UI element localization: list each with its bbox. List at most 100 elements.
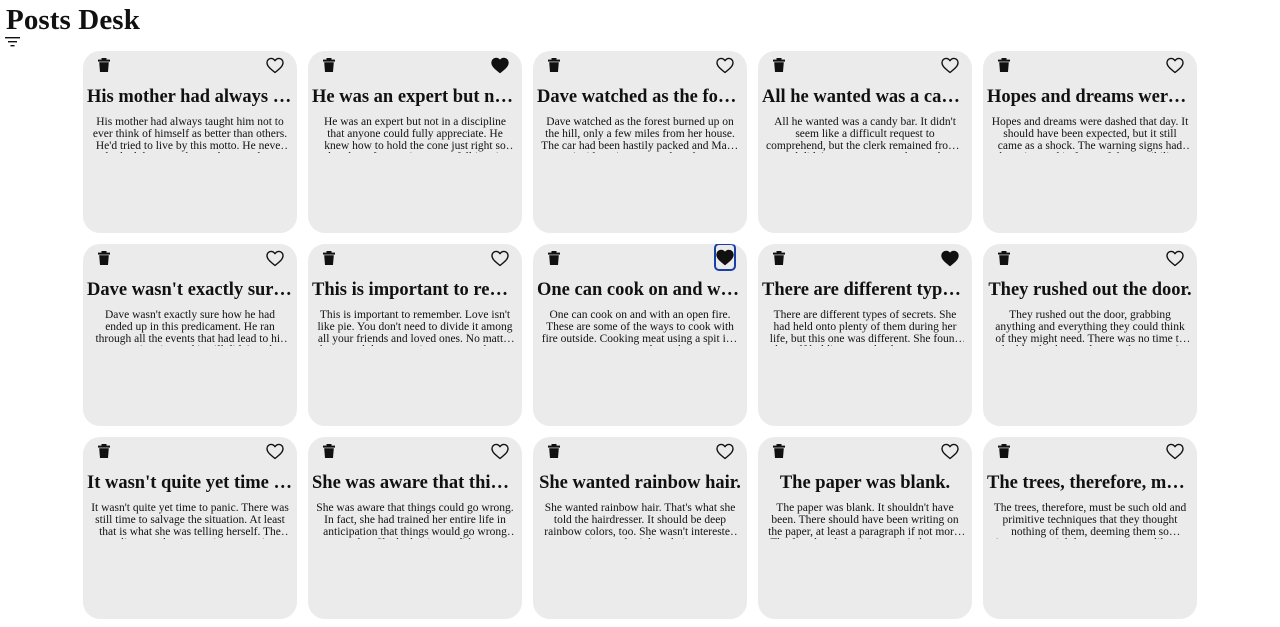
post-card: She wanted rainbow hair. She wanted rainb… bbox=[533, 437, 747, 619]
filter-button[interactable] bbox=[5, 35, 21, 49]
post-title: There are different types of secrets. bbox=[762, 280, 968, 300]
heart-outline-icon bbox=[491, 250, 509, 266]
post-title: One can cook on and with an open fire. bbox=[537, 280, 743, 300]
heart-outline-icon bbox=[1166, 443, 1184, 459]
delete-button[interactable] bbox=[993, 54, 1015, 76]
post-title: Hopes and dreams were dashed that day. bbox=[987, 87, 1193, 107]
post-title: It wasn't quite yet time to panic. bbox=[87, 473, 293, 493]
trash-icon bbox=[98, 58, 110, 72]
heart-outline-icon bbox=[266, 250, 284, 266]
post-title: The paper was blank. bbox=[779, 473, 951, 493]
post-body: One can cook on and with an open fire. T… bbox=[541, 310, 739, 346]
post-body: He was an expert but not in a discipline… bbox=[323, 117, 507, 153]
like-button[interactable] bbox=[714, 440, 736, 462]
post-title: They rushed out the door. bbox=[988, 280, 1192, 300]
post-body: The paper was blank. It shouldn't have b… bbox=[768, 503, 962, 539]
delete-button[interactable] bbox=[318, 54, 340, 76]
heart-filled-icon bbox=[491, 57, 509, 73]
like-button[interactable] bbox=[264, 440, 286, 462]
like-button[interactable] bbox=[714, 54, 736, 76]
delete-button[interactable] bbox=[93, 440, 115, 462]
post-title: He was an expert but not in a discipline bbox=[312, 87, 518, 107]
post-title: His mother had always taught him bbox=[87, 87, 293, 107]
like-button[interactable] bbox=[1164, 54, 1186, 76]
post-body: She wanted rainbow hair. That's what she… bbox=[544, 503, 736, 539]
post-body: This is important to remember. Love isn'… bbox=[317, 310, 513, 346]
post-body: They rushed out the door, grabbing anyth… bbox=[995, 310, 1185, 346]
heart-filled-icon bbox=[716, 249, 734, 265]
posts-grid: His mother had always taught him His moth… bbox=[83, 51, 1197, 619]
post-title: The trees, therefore, must be such old bbox=[987, 473, 1193, 493]
post-card: They rushed out the door. They rushed out… bbox=[983, 244, 1197, 426]
heart-outline-icon bbox=[716, 57, 734, 73]
post-card: The trees, therefore, must be such old Th… bbox=[983, 437, 1197, 619]
delete-button[interactable] bbox=[993, 440, 1015, 462]
post-card: All he wanted was a candy bar. All he wan… bbox=[758, 51, 972, 233]
post-card: His mother had always taught him His moth… bbox=[83, 51, 297, 233]
post-card: It wasn't quite yet time to panic. It was… bbox=[83, 437, 297, 619]
heart-outline-icon bbox=[491, 443, 509, 459]
page-title: Posts Desk bbox=[6, 4, 140, 36]
like-button[interactable] bbox=[939, 54, 961, 76]
delete-button[interactable] bbox=[993, 247, 1015, 269]
like-button[interactable] bbox=[264, 247, 286, 269]
trash-icon bbox=[773, 58, 785, 72]
filter-icon bbox=[5, 37, 20, 47]
trash-icon bbox=[323, 444, 335, 458]
delete-button[interactable] bbox=[768, 54, 790, 76]
post-body: His mother had always taught him not to … bbox=[92, 117, 288, 153]
trash-icon bbox=[548, 444, 560, 458]
delete-button[interactable] bbox=[543, 54, 565, 76]
like-button[interactable] bbox=[939, 440, 961, 462]
trash-icon bbox=[98, 251, 110, 265]
post-title: This is important to remember. bbox=[312, 280, 518, 300]
trash-icon bbox=[98, 444, 110, 458]
delete-button[interactable] bbox=[543, 247, 565, 269]
post-card: He was an expert but not in a discipline… bbox=[308, 51, 522, 233]
post-body: Dave wasn't exactly sure how he had ende… bbox=[95, 310, 285, 346]
like-button[interactable] bbox=[1164, 440, 1186, 462]
trash-icon bbox=[323, 58, 335, 72]
heart-outline-icon bbox=[1166, 250, 1184, 266]
like-button[interactable] bbox=[489, 54, 511, 76]
post-title: Dave watched as the forest burned up bbox=[537, 87, 743, 107]
delete-button[interactable] bbox=[318, 247, 340, 269]
heart-outline-icon bbox=[941, 443, 959, 459]
post-card: She was aware that things could go wrong… bbox=[308, 437, 522, 619]
like-button[interactable] bbox=[489, 247, 511, 269]
heart-outline-icon bbox=[266, 57, 284, 73]
delete-button[interactable] bbox=[768, 247, 790, 269]
heart-outline-icon bbox=[266, 443, 284, 459]
post-body: There are different types of secrets. Sh… bbox=[769, 310, 961, 346]
delete-button[interactable] bbox=[93, 54, 115, 76]
post-card: The paper was blank. The paper was blank.… bbox=[758, 437, 972, 619]
post-title: All he wanted was a candy bar. bbox=[762, 87, 968, 107]
post-card: This is important to remember. This is im… bbox=[308, 244, 522, 426]
heart-outline-icon bbox=[941, 57, 959, 73]
trash-icon bbox=[323, 251, 335, 265]
trash-icon bbox=[548, 58, 560, 72]
post-body: All he wanted was a candy bar. It didn't… bbox=[766, 117, 964, 153]
post-title: Dave wasn't exactly sure how he had bbox=[87, 280, 293, 300]
post-card: Hopes and dreams were dashed that day. Ho… bbox=[983, 51, 1197, 233]
delete-button[interactable] bbox=[93, 247, 115, 269]
trash-icon bbox=[998, 58, 1010, 72]
like-button[interactable] bbox=[939, 247, 961, 269]
heart-outline-icon bbox=[716, 443, 734, 459]
like-button[interactable] bbox=[264, 54, 286, 76]
post-card: One can cook on and with an open fire. On… bbox=[533, 244, 747, 426]
post-title: She wanted rainbow hair. bbox=[539, 473, 741, 493]
post-body: The trees, therefore, must be such old a… bbox=[993, 503, 1187, 539]
trash-icon bbox=[773, 251, 785, 265]
like-button[interactable] bbox=[489, 440, 511, 462]
delete-button[interactable] bbox=[768, 440, 790, 462]
post-title: She was aware that things could go wrong… bbox=[312, 473, 518, 493]
trash-icon bbox=[773, 444, 785, 458]
delete-button[interactable] bbox=[543, 440, 565, 462]
delete-button[interactable] bbox=[318, 440, 340, 462]
heart-filled-icon bbox=[941, 250, 959, 266]
like-button[interactable] bbox=[1164, 247, 1186, 269]
post-card: There are different types of secrets. The… bbox=[758, 244, 972, 426]
post-body: She was aware that things could go wrong… bbox=[316, 503, 514, 539]
like-button[interactable] bbox=[714, 244, 736, 271]
